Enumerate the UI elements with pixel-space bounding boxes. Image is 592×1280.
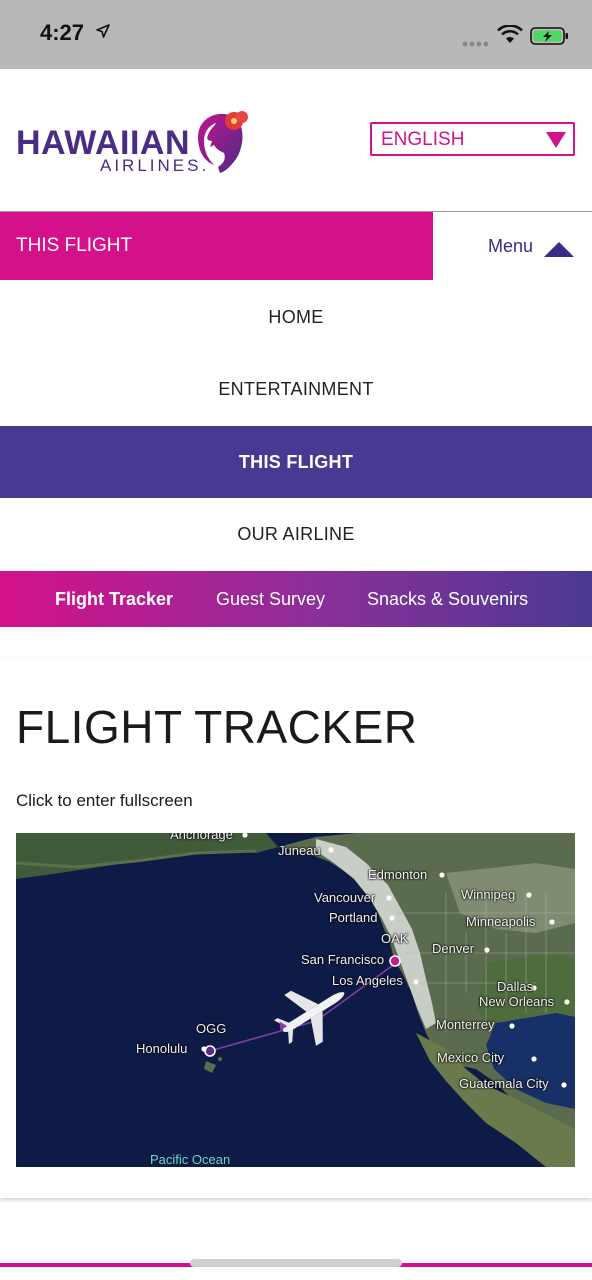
city-label: OAK: [381, 931, 409, 946]
flight-tracker-map[interactable]: Anchorage Juneau Edmonton Vancouver Winn…: [16, 833, 575, 1167]
signal-dots-icon: [462, 34, 490, 52]
site-header: HAWAIIAN AIRLINES. ENGLISH: [0, 69, 592, 212]
city-label: Vancouver: [314, 890, 376, 905]
current-section-bar: THIS FLIGHT: [0, 212, 433, 280]
city-label: Winnipeg: [461, 887, 516, 902]
content-card: FLIGHT TRACKER Click to enter fullscreen: [0, 658, 592, 1198]
city-label: Los Angeles: [332, 973, 403, 988]
city-label: Portland: [329, 910, 378, 925]
city-label: New Orleans: [479, 994, 555, 1009]
page-title: FLIGHT TRACKER: [16, 701, 418, 753]
battery-charging-icon: [530, 26, 570, 51]
city-label: Mexico City: [437, 1050, 505, 1065]
current-section-label: THIS FLIGHT: [16, 235, 133, 256]
city-label: Monterrey: [436, 1017, 495, 1032]
location-arrow-icon: [96, 24, 110, 43]
city-label: Anchorage: [170, 833, 233, 842]
home-indicator[interactable]: [190, 1259, 402, 1267]
city-label: Minneapolis: [466, 914, 536, 929]
city-label: Juneau: [278, 843, 321, 858]
subnav-flight-tracker[interactable]: Flight Tracker: [55, 589, 173, 610]
hawaiian-logo-icon[interactable]: [190, 107, 252, 180]
menu-toggle-button[interactable]: Menu: [433, 212, 592, 280]
nav-item-home[interactable]: HOME: [0, 281, 592, 353]
city-label: Honolulu: [136, 1041, 188, 1056]
language-select-value: ENGLISH: [381, 129, 465, 150]
subnav-snacks-souvenirs[interactable]: Snacks & Souvenirs: [367, 589, 528, 610]
ocean-label: Pacific Ocean: [150, 1152, 231, 1167]
city-label: Edmonton: [368, 867, 428, 882]
chevron-down-icon: [545, 131, 567, 154]
wifi-icon: [497, 24, 523, 50]
menu-label: Menu: [488, 236, 534, 256]
city-label: Denver: [432, 941, 474, 956]
sub-navigation: Flight Tracker Guest Survey Snacks & Sou…: [0, 571, 592, 627]
nav-item-entertainment[interactable]: ENTERTAINMENT: [0, 353, 592, 425]
city-label: Guatemala City: [459, 1076, 549, 1091]
nav-item-this-flight[interactable]: THIS FLIGHT: [0, 426, 592, 498]
city-label: San Francisco: [301, 952, 385, 967]
city-label: Dallas: [497, 979, 534, 994]
subnav-guest-survey[interactable]: Guest Survey: [216, 589, 325, 610]
language-select[interactable]: ENGLISH: [370, 122, 575, 156]
status-bar: 4:27: [0, 0, 592, 69]
chevron-up-icon: [543, 240, 575, 263]
status-time: 4:27: [40, 20, 85, 45]
nav-item-our-airline[interactable]: OUR AIRLINE: [0, 498, 592, 570]
city-label: OGG: [196, 1021, 227, 1036]
fullscreen-hint: Click to enter fullscreen: [16, 791, 193, 810]
